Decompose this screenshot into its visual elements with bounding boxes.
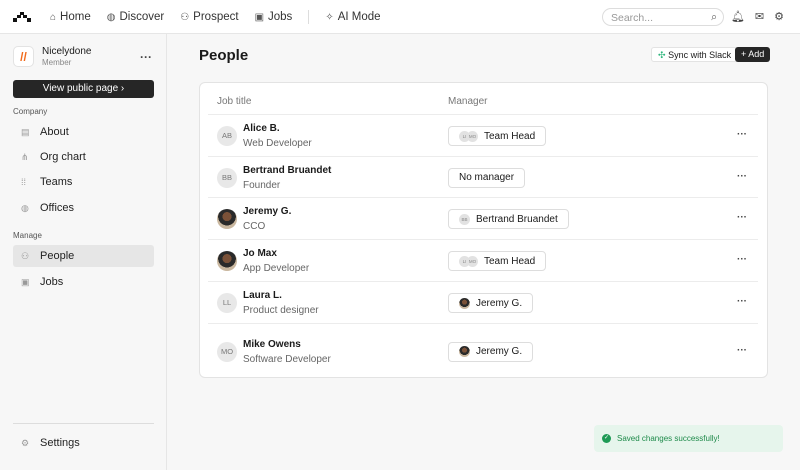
job-title: Product designer (243, 305, 319, 316)
view-public-page-button[interactable]: View public page › (13, 80, 154, 98)
sidebar-item-settings[interactable]: ⚙︎ Settings (13, 432, 154, 454)
manager-select[interactable]: LI MO Team Head (448, 126, 547, 146)
briefcase-icon: ▣ (254, 11, 265, 23)
sidebar-item-people[interactable]: ⚇ People (13, 245, 154, 267)
column-header: Job title (217, 96, 252, 107)
job-title: Software Developer (243, 353, 331, 365)
section-label: Company (13, 107, 48, 116)
row-more-button[interactable]: ··· (737, 129, 747, 140)
message-icon[interactable]: ✉︎ (755, 10, 764, 23)
org-more-button[interactable]: ··· (140, 50, 152, 64)
sidebar: // Nicelydone Member ··· View public page… (0, 34, 167, 470)
avatar: MO (467, 130, 478, 142)
building-icon: ▤ (21, 126, 30, 137)
manager-select[interactable]: LI MO Team Head (448, 251, 547, 271)
nav-ai-mode[interactable]: ✧ AI Mode (325, 11, 380, 23)
person-name[interactable]: Alice B. (243, 123, 280, 134)
divider (308, 9, 310, 24)
manager-select[interactable]: Jeremy G. (448, 293, 534, 313)
avatar (459, 297, 470, 309)
nav-home[interactable]: ⌂ Home (50, 11, 91, 23)
check-icon: ✓ (602, 434, 611, 443)
job-title: CCO (243, 221, 266, 232)
person-name[interactable]: Mike Owens (243, 339, 301, 350)
manager-select[interactable]: BB Bertrand Bruandet (448, 209, 569, 229)
manager-select[interactable]: No manager (448, 167, 526, 188)
job-title: Web Developer (243, 138, 312, 149)
org-switcher[interactable]: // Nicelydone Member (13, 46, 91, 67)
person-name[interactable]: Bertrand Bruandet (243, 165, 331, 176)
app-logo[interactable] (13, 11, 31, 22)
sidebar-item-teams[interactable]: ⁞⁞ Teams (13, 171, 154, 193)
job-title: Founder (243, 179, 281, 191)
org-logo: // (13, 46, 34, 67)
section-label: Manage (13, 231, 42, 240)
job-title: App Developer (243, 263, 310, 274)
table-row[interactable]: AB Alice B. Web Developer LI MO Team Head … (208, 114, 758, 156)
users-icon: ⚇ (180, 11, 190, 23)
table-row[interactable]: Jo Max App Developer LI MO Team Head ··· (208, 239, 758, 281)
sidebar-item-offices[interactable]: ◍ Offices (13, 197, 154, 219)
gear-icon: ⚙︎ (21, 437, 30, 448)
page-title: People (199, 47, 249, 64)
table-row[interactable]: Jeremy G. CCO BB Bertrand Bruandet ··· (208, 197, 758, 239)
home-icon: ⌂ (50, 11, 57, 23)
avatar (459, 346, 470, 357)
table-row[interactable]: LL Laura L. Product designer Jeremy G. ·… (208, 281, 758, 323)
person-name[interactable]: Jeremy G. (243, 206, 291, 217)
manager-select[interactable]: Jeremy G. (448, 341, 534, 362)
search-icon: ⌕ (711, 11, 717, 23)
search-input[interactable]: Search... ⌕ (602, 8, 724, 26)
person-name[interactable]: Jo Max (243, 248, 277, 259)
divider (13, 423, 154, 424)
table-row[interactable]: BB Bertrand Bruandet Founder No manager … (208, 156, 758, 197)
nav-jobs[interactable]: ▣ Jobs (255, 11, 293, 23)
person-name[interactable]: Laura L. (243, 290, 282, 301)
sidebar-item-jobs[interactable]: ▣ Jobs (13, 271, 154, 293)
nav-discover[interactable]: ◍ Discover (107, 11, 164, 23)
org-chart-icon: ⋔ (21, 151, 29, 162)
avatar: BB (459, 213, 470, 225)
avatar: BB (217, 167, 237, 188)
toast-success: ✓ Saved changes successfully! (594, 425, 783, 452)
row-more-button[interactable]: ··· (737, 254, 747, 265)
users-icon: ⚇ (21, 250, 30, 261)
globe-icon: ◍ (21, 202, 29, 213)
sync-slack-button[interactable]: ✣ Sync with Slack (651, 47, 739, 62)
grid-icon: ⁞⁞ (21, 177, 27, 187)
avatar: LL (217, 293, 237, 313)
top-nav: ⌂ Home ◍ Discover ⚇ Prospect ▣ Jobs ✧ AI Mode… (0, 0, 800, 34)
avatar (217, 209, 237, 229)
row-more-button[interactable]: ··· (737, 296, 747, 307)
avatar (217, 251, 237, 271)
column-header: Manager (448, 96, 488, 107)
avatar: MO (467, 255, 478, 267)
gear-icon[interactable]: ⚙︎ (774, 10, 784, 23)
bell-icon[interactable]: 🔔︎ (731, 10, 745, 23)
add-button[interactable]: + Add (735, 47, 771, 62)
sidebar-item-org-chart[interactable]: ⋔ Org chart (13, 146, 154, 168)
row-more-button[interactable]: ··· (737, 345, 747, 356)
slack-icon: ✣ (658, 50, 666, 60)
table-row[interactable]: MO Mike Owens Software Developer Jeremy … (208, 323, 758, 378)
globe-icon: ◍ (106, 11, 116, 23)
avatar: MO (217, 341, 237, 362)
briefcase-icon: ▣ (21, 276, 30, 287)
sparkle-icon: ✧ (325, 11, 334, 23)
row-more-button[interactable]: ··· (737, 212, 747, 223)
nav-prospect[interactable]: ⚇ Prospect (180, 11, 238, 23)
people-table: Job title Manager AB Alice B. Web Develo… (199, 82, 768, 378)
avatar: AB (217, 126, 237, 146)
row-more-button[interactable]: ··· (737, 171, 747, 182)
sidebar-item-about[interactable]: ▤ About (13, 121, 154, 143)
